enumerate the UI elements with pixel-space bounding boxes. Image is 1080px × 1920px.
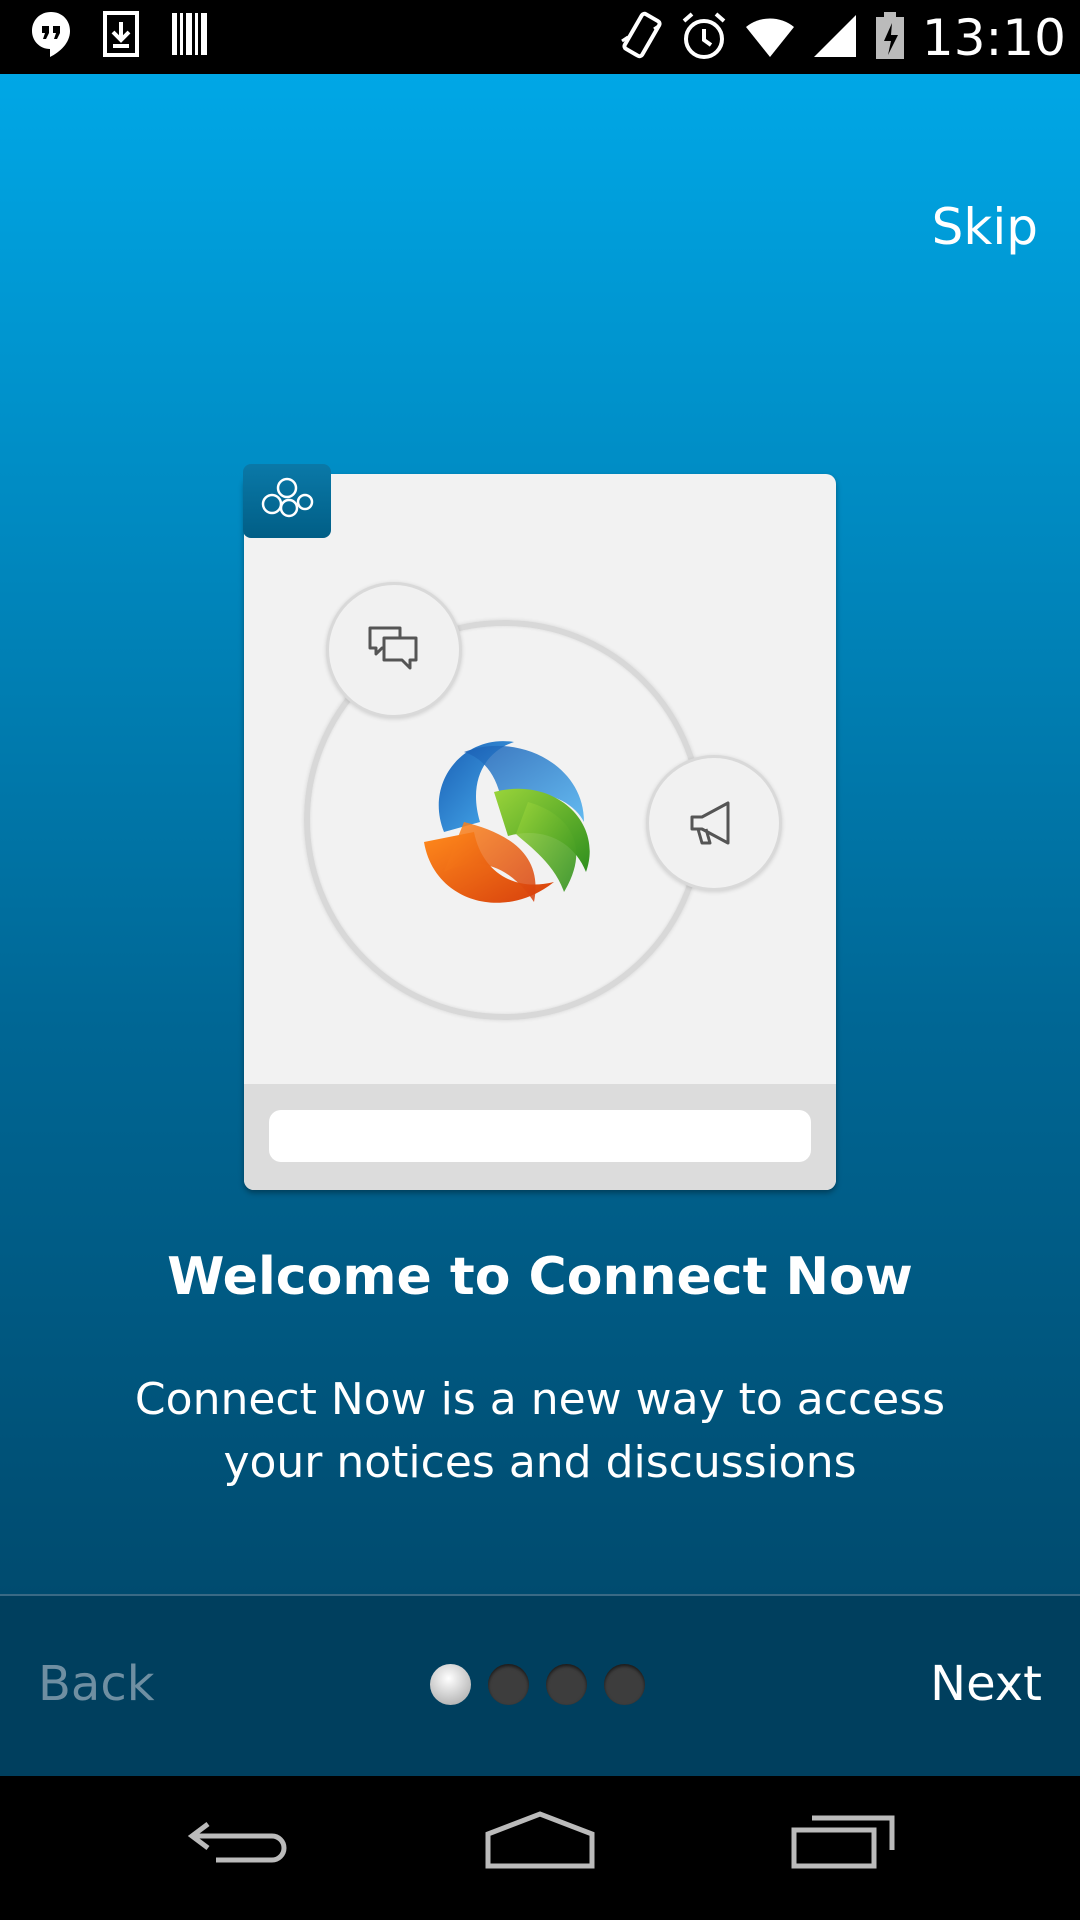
card-input-placeholder — [269, 1110, 811, 1162]
welcome-title: Welcome to Connect Now — [167, 1247, 913, 1307]
alarm-icon — [680, 11, 728, 66]
recents-icon[interactable] — [790, 1810, 896, 1875]
pager-bar: Back Next — [0, 1594, 1080, 1776]
page-indicator — [430, 1664, 645, 1705]
next-button[interactable]: Next — [930, 1656, 1042, 1712]
status-clock: 13:10 — [921, 9, 1066, 67]
vibrate-icon — [618, 11, 664, 66]
page-dot-2[interactable] — [488, 1664, 529, 1705]
welcome-description: Connect Now is a new way to access your … — [100, 1368, 980, 1494]
chat-bubbles-icon — [326, 582, 462, 718]
welcome-line-1: Connect Now is a new way to access — [134, 1374, 946, 1425]
hangouts-icon — [30, 10, 72, 63]
illustration-card — [243, 464, 836, 1190]
signal-icon — [812, 13, 858, 64]
home-icon[interactable] — [484, 1810, 596, 1875]
download-icon — [102, 10, 140, 63]
page-dot-4[interactable] — [604, 1664, 645, 1705]
wifi-icon — [744, 13, 796, 64]
back-button[interactable]: Back — [38, 1656, 155, 1712]
card-footer — [244, 1084, 836, 1190]
welcome-line-2: your notices and discussions — [223, 1437, 857, 1488]
back-icon[interactable] — [186, 1810, 290, 1875]
status-bar: 13:10 — [0, 0, 1080, 74]
barcode-icon — [170, 11, 210, 62]
page-dot-1[interactable] — [430, 1664, 471, 1705]
megaphone-icon — [646, 755, 782, 891]
skip-button[interactable]: Skip — [932, 198, 1038, 256]
system-nav-bar — [0, 1776, 1080, 1920]
connect-now-logo — [404, 722, 604, 927]
page-dot-3[interactable] — [546, 1664, 587, 1705]
onboarding-screen: Skip Welcome to Connect Now Connect Now … — [0, 74, 1080, 1595]
battery-icon — [874, 11, 906, 66]
connect-network-icon — [243, 464, 331, 538]
